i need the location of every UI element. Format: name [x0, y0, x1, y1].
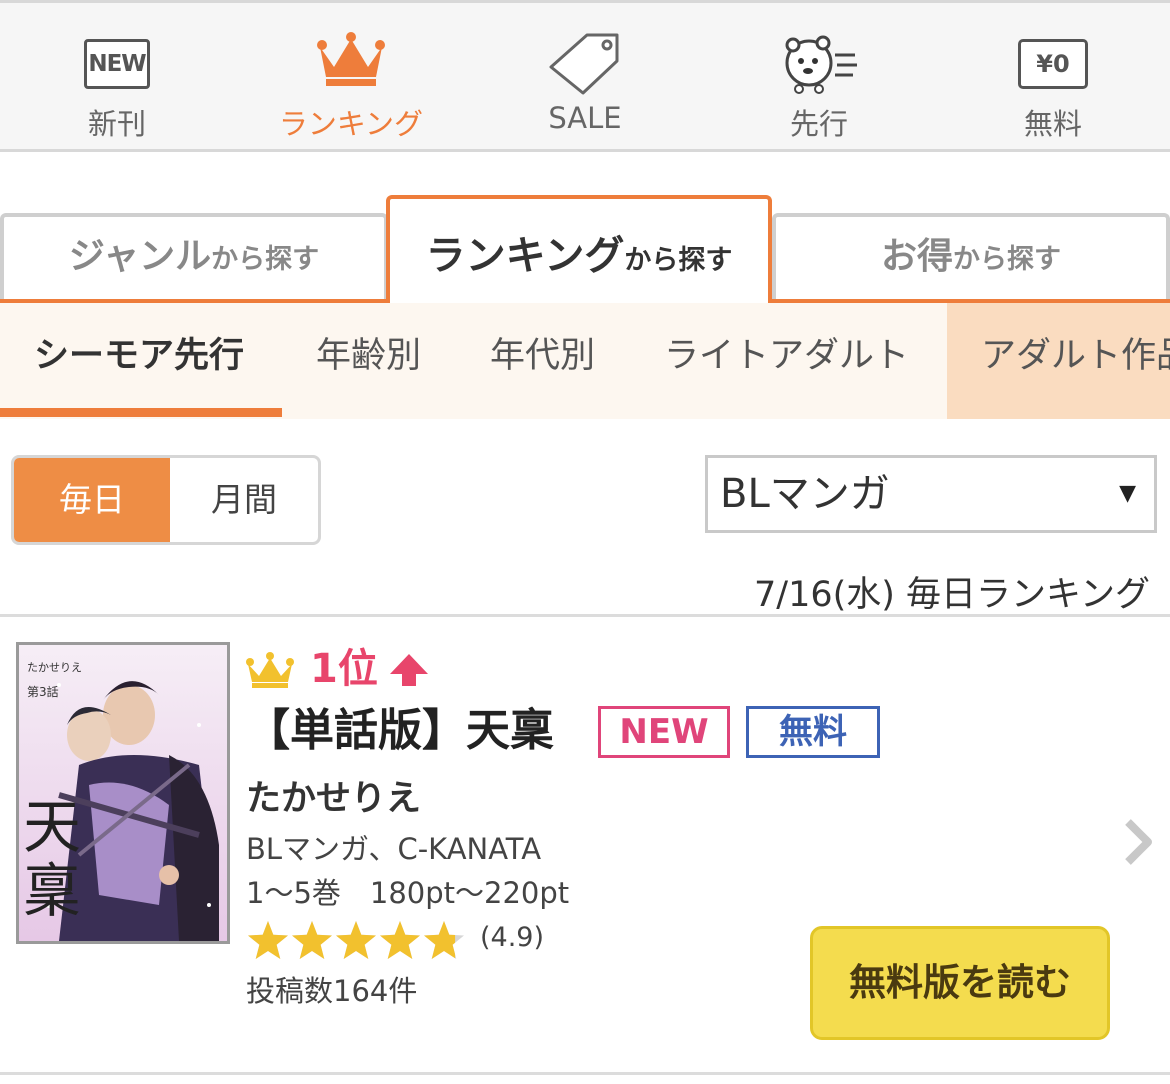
tab-search-by-ranking[interactable]: ランキングから探す [386, 195, 772, 303]
nav-sale-label: SALE [548, 101, 622, 135]
book-author[interactable]: たかせりえ [246, 770, 421, 821]
tab-ranking-suffix: から探す [624, 245, 733, 276]
rank-crown-icon [246, 652, 294, 688]
nav-new-label: 新刊 [87, 107, 146, 141]
nav-free-label: 無料 [1023, 107, 1082, 141]
review-count[interactable]: 投稿数164件 [246, 968, 417, 1010]
subtab-cmoa-advance[interactable]: シーモア先行 [34, 303, 244, 419]
tab-search-by-genre[interactable]: ジャンルから探す [0, 213, 388, 301]
top-nav: NEW 新刊 ランキング SALE 先行 ¥0 無料 [0, 0, 1170, 152]
star-filled-icon [380, 921, 420, 959]
subtab-light-adult[interactable]: ライトアダルト [664, 303, 909, 419]
list-divider-top [0, 614, 1170, 617]
new-badge: NEW [598, 706, 730, 758]
subtab-by-age[interactable]: 年齢別 [316, 303, 421, 419]
tab-genre-main: ジャンル [68, 236, 212, 277]
chevron-right-icon[interactable] [1122, 818, 1154, 866]
subtab-active-indicator [0, 408, 282, 417]
running-bear-icon [785, 35, 857, 94]
tab-deals-suffix: から探す [953, 244, 1061, 275]
list-divider-bottom [0, 1072, 1170, 1075]
tab-ranking-main: ランキング [425, 233, 625, 279]
price-tag-icon [549, 33, 619, 95]
read-free-button[interactable]: 無料版を読む [810, 926, 1110, 1040]
genre-select[interactable]: BLマンガ ▼ [705, 455, 1157, 533]
cover-episode: 第3話 [27, 685, 59, 699]
cover-author: たかせりえ [27, 661, 82, 674]
subtab-by-generation[interactable]: 年代別 [490, 303, 595, 419]
rank-number: 1位 [310, 646, 378, 692]
book-title[interactable]: 【単話版】天稟 [246, 702, 554, 760]
nav-ranking[interactable]: ランキング [234, 3, 468, 149]
yen-zero-icon: ¥0 [1018, 39, 1088, 89]
free-badge: 無料 [746, 706, 880, 758]
sub-tab-bar: シーモア先行 年齢別 年代別 ライトアダルト アダルト作品 [0, 303, 1170, 419]
nav-sale[interactable]: SALE [468, 3, 702, 149]
crown-icon [317, 32, 385, 86]
tab-deals-main: お得 [880, 236, 953, 277]
book-genre: BLマンガ、C-KANATA [246, 832, 542, 866]
period-daily-button[interactable]: 毎日 [14, 458, 170, 542]
book-cover[interactable]: たかせりえ 第3話 天 稟 [16, 642, 230, 944]
book-volumes-price: 1〜5巻 180pt〜220pt [246, 876, 570, 910]
rating-stars [248, 921, 464, 959]
new-icon: NEW [84, 39, 150, 89]
ranking-date: 7/16(水) 毎日ランキング [754, 575, 1150, 615]
nav-ranking-label: ランキング [278, 107, 424, 141]
dropdown-arrow-icon: ▼ [1119, 481, 1136, 506]
star-filled-icon [248, 921, 288, 959]
cover-title-1: 天 [23, 793, 82, 861]
star-filled-icon [292, 921, 332, 959]
nav-advance-label: 先行 [789, 107, 848, 141]
tab-genre-suffix: から探す [211, 244, 320, 275]
period-toggle: 毎日 月間 [11, 455, 321, 545]
period-monthly-button[interactable]: 月間 [170, 458, 318, 542]
star-filled-icon [336, 921, 376, 959]
rating-value: (4.9) [480, 922, 545, 953]
nav-advance[interactable]: 先行 [702, 3, 936, 149]
nav-free[interactable]: ¥0 無料 [936, 3, 1170, 149]
genre-select-value: BLマンガ [720, 471, 890, 517]
subtab-adult[interactable]: アダルト作品 [947, 303, 1170, 419]
rank-up-arrow-icon [390, 654, 428, 686]
tab-search-by-deals[interactable]: お得から探す [772, 213, 1170, 301]
nav-new[interactable]: NEW 新刊 [0, 3, 234, 149]
cover-title-2: 稟 [23, 857, 82, 925]
